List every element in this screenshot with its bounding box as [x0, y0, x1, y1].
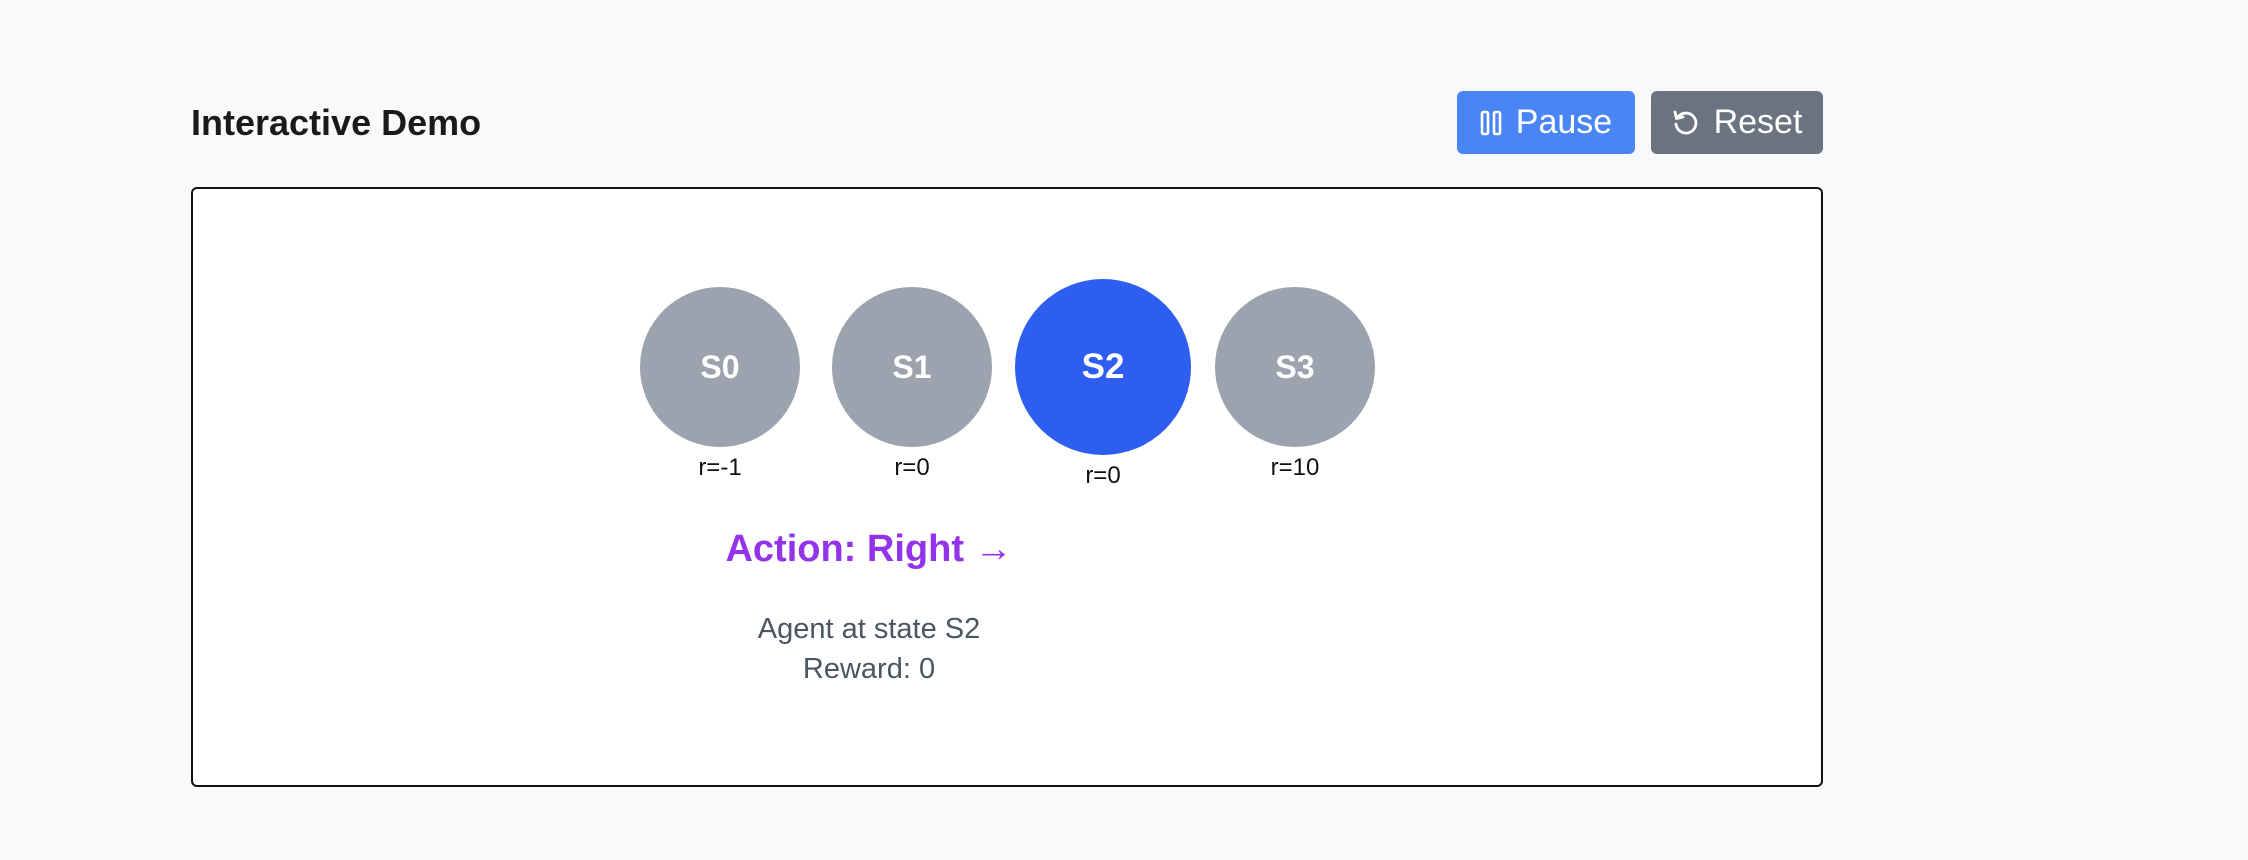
- reset-button[interactable]: Reset: [1651, 91, 1823, 154]
- agent-state-text: Agent at state S2: [757, 613, 981, 645]
- state-circle: S0: [640, 287, 800, 447]
- reward-text: Reward: 0: [802, 653, 936, 685]
- demo-panel: S0 r=-1 S1 r=0 S2 r=0 S3 r=10 Action: Ri…: [191, 187, 1823, 787]
- pause-button-label: Pause: [1515, 103, 1613, 141]
- state-node-s1: S1 r=0: [832, 287, 992, 482]
- reset-button-label: Reset: [1713, 103, 1803, 141]
- state-reward-label: r=-1: [698, 454, 742, 481]
- pause-button[interactable]: Pause: [1457, 91, 1635, 154]
- state-node-s0: S0 r=-1: [640, 287, 800, 482]
- state-node-s2: S2 r=0: [1015, 279, 1191, 490]
- state-reward-label: r=0: [894, 454, 930, 481]
- action-text: Action: Right →: [725, 528, 1013, 570]
- reset-icon: [1672, 109, 1700, 137]
- state-circle: S3: [1215, 287, 1375, 447]
- state-reward-label: r=10: [1270, 454, 1320, 481]
- page-title: Interactive Demo: [191, 102, 482, 143]
- state-circle-active: S2: [1015, 279, 1191, 455]
- state-node-s3: S3 r=10: [1215, 287, 1375, 482]
- state-circle: S1: [832, 287, 992, 447]
- state-reward-label: r=0: [1085, 462, 1121, 489]
- pause-icon: [1480, 110, 1502, 136]
- state-chain: S0 r=-1 S1 r=0 S2 r=0 S3 r=10: [193, 189, 1821, 489]
